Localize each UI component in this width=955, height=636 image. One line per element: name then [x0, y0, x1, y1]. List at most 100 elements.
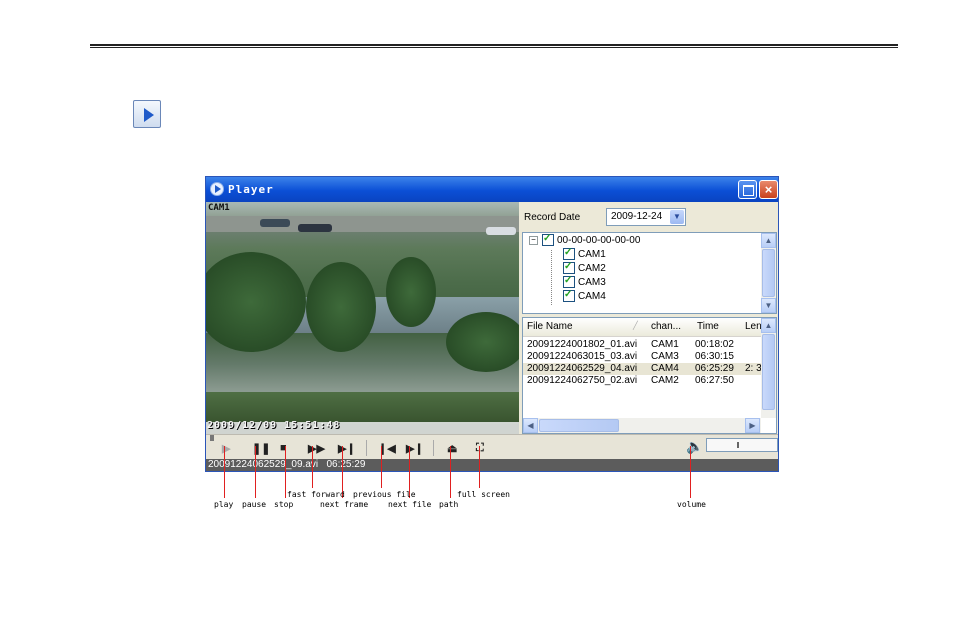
record-date-select[interactable]: 2009-12-24 ▼ [606, 208, 686, 226]
annotation-line-pause [255, 446, 256, 498]
column-header-file-name[interactable]: File Name [527, 321, 573, 332]
video-tree [206, 252, 306, 352]
player-window: Player × CAM1 2009/12/09 15:51:48 Record… [205, 176, 779, 472]
annotation-full-screen: full screen [457, 490, 510, 499]
tree-item-label: CAM2 [578, 263, 606, 274]
scroll-down-icon[interactable]: ▼ [761, 298, 776, 313]
camera-label: CAM1 [208, 203, 230, 213]
scroll-right-icon[interactable]: ▶ [745, 418, 760, 433]
time-cell: 06:30:15 [695, 351, 734, 362]
annotation-line-path [450, 446, 451, 498]
close-button[interactable]: × [759, 180, 778, 199]
volume-icon[interactable]: 🔈 [686, 438, 703, 455]
path-icon[interactable]: ⏏ [447, 442, 457, 455]
scroll-up-icon[interactable]: ▲ [761, 318, 776, 333]
toolbar-separator [366, 440, 367, 456]
video-hedge [206, 392, 519, 422]
column-header-time[interactable]: Time [697, 321, 719, 332]
annotation-line-stop [285, 446, 286, 498]
tree-item-label: CAM1 [578, 249, 606, 260]
annotation-play: play [214, 500, 234, 509]
player-app-icon [210, 182, 224, 196]
hscroll-thumb[interactable] [539, 419, 619, 432]
status-time: 06:25:29 [326, 459, 366, 470]
video-tree [446, 312, 519, 372]
video-car [260, 219, 290, 227]
scroll-thumb[interactable] [762, 249, 775, 297]
top-rule-secondary [90, 47, 898, 48]
video-tree [306, 262, 376, 352]
checkbox-cam1[interactable] [563, 246, 575, 261]
table-row[interactable]: 20091224001802_01.avi CAM1 00:18:02 [523, 339, 761, 351]
fast-forward-icon[interactable]: ▶▶ [308, 442, 325, 455]
time-cell: 06:25:29 [695, 363, 734, 374]
video-car [298, 224, 332, 232]
table-row[interactable]: 20091224063015_03.avi CAM3 06:30:15 [523, 351, 761, 363]
annotation-path: path [439, 500, 459, 509]
annotation-volume: volume [677, 500, 706, 509]
annotation-stop: stop [274, 500, 294, 509]
file-name-cell: 20091224062750_02.avi [527, 375, 638, 386]
osd-timestamp: 2009/12/09 15:51:48 [207, 420, 341, 431]
table-row[interactable]: 20091224062750_02.avi CAM2 06:27:50 [523, 375, 761, 387]
checkbox-cam2[interactable] [563, 260, 575, 275]
annotation-line-full-screen [479, 446, 480, 488]
scroll-up-icon[interactable]: ▲ [761, 233, 776, 248]
checkbox-root[interactable] [542, 232, 554, 247]
channel-cell: CAM1 [651, 339, 679, 350]
video-road [206, 216, 519, 232]
chevron-down-icon[interactable]: ▼ [670, 210, 684, 224]
annotation-line-previous-file [381, 446, 382, 488]
window-title: Player [228, 183, 274, 196]
tree-item-label: CAM4 [578, 291, 606, 302]
playback-controls: ▶ ❚❚ ■ ▶▶ ▶❙ ❙◀ ▶❙ ⏏ ⛶ 🔈 [206, 434, 778, 460]
play-button-icon[interactable] [133, 100, 161, 128]
annotation-line-volume [690, 446, 691, 498]
file-list-vscrollbar[interactable]: ▲ [761, 318, 776, 418]
annotation-pause: pause [242, 500, 267, 509]
channel-tree: − 00-00-00-00-00-00 CAM1 CAM2 CAM3 CAM4 ▲… [522, 232, 777, 314]
tree-item-cam4[interactable]: CAM4 [563, 288, 606, 304]
maximize-button[interactable] [738, 180, 757, 199]
file-name-cell: 20091224062529_04.avi [527, 363, 638, 374]
scroll-left-icon[interactable]: ◀ [523, 418, 538, 433]
annotation-next-file: next file [388, 500, 432, 509]
annotation-line-play [224, 446, 225, 498]
file-list-header: File Name ╱ chan... Time Leng [523, 318, 767, 337]
checkbox-cam3[interactable] [563, 274, 575, 289]
channel-cell: CAM4 [651, 363, 679, 374]
volume-slider[interactable] [706, 438, 778, 452]
file-list-hscrollbar[interactable]: ◀ ▶ [523, 418, 761, 433]
status-bar: 20091224062529_09.avi 06:25:29 [206, 459, 778, 471]
sort-icon: ╱ [633, 321, 638, 330]
next-frame-icon[interactable]: ▶❙ [338, 442, 356, 455]
video-car [486, 227, 516, 235]
file-name-cell: 20091224001802_01.avi [527, 339, 638, 350]
annotation-previous-file: previous file [353, 490, 416, 499]
length-cell: 2: 3 [745, 363, 762, 374]
table-row-selected[interactable]: 20091224062529_04.avi CAM4 06:25:29 2: 3 [523, 363, 762, 375]
toolbar-separator [433, 440, 434, 456]
seek-slider-thumb[interactable] [210, 435, 214, 441]
record-date-label: Record Date [524, 212, 581, 223]
video-tree [386, 257, 436, 327]
column-header-channel[interactable]: chan... [651, 321, 681, 332]
annotation-next-frame: next frame [320, 500, 369, 509]
checkbox-cam4[interactable] [563, 288, 575, 303]
file-name-cell: 20091224063015_03.avi [527, 351, 638, 362]
tree-item-label: CAM3 [578, 277, 606, 288]
annotation-fast-forward: fast forward [287, 490, 345, 499]
channel-cell: CAM2 [651, 375, 679, 386]
time-cell: 06:27:50 [695, 375, 734, 386]
video-view[interactable]: CAM1 2009/12/09 15:51:48 [206, 202, 519, 434]
tree-root[interactable]: − 00-00-00-00-00-00 [529, 232, 641, 248]
channel-cell: CAM3 [651, 351, 679, 362]
collapse-icon[interactable]: − [529, 235, 538, 245]
annotation-line-fast-forward [312, 446, 313, 488]
record-date-value: 2009-12-24 [611, 211, 663, 222]
scroll-thumb[interactable] [762, 334, 775, 410]
tree-scrollbar[interactable]: ▲ ▼ [761, 233, 776, 313]
title-bar: Player × [206, 177, 778, 202]
top-rule [90, 44, 898, 46]
tree-root-label: 00-00-00-00-00-00 [557, 235, 641, 246]
